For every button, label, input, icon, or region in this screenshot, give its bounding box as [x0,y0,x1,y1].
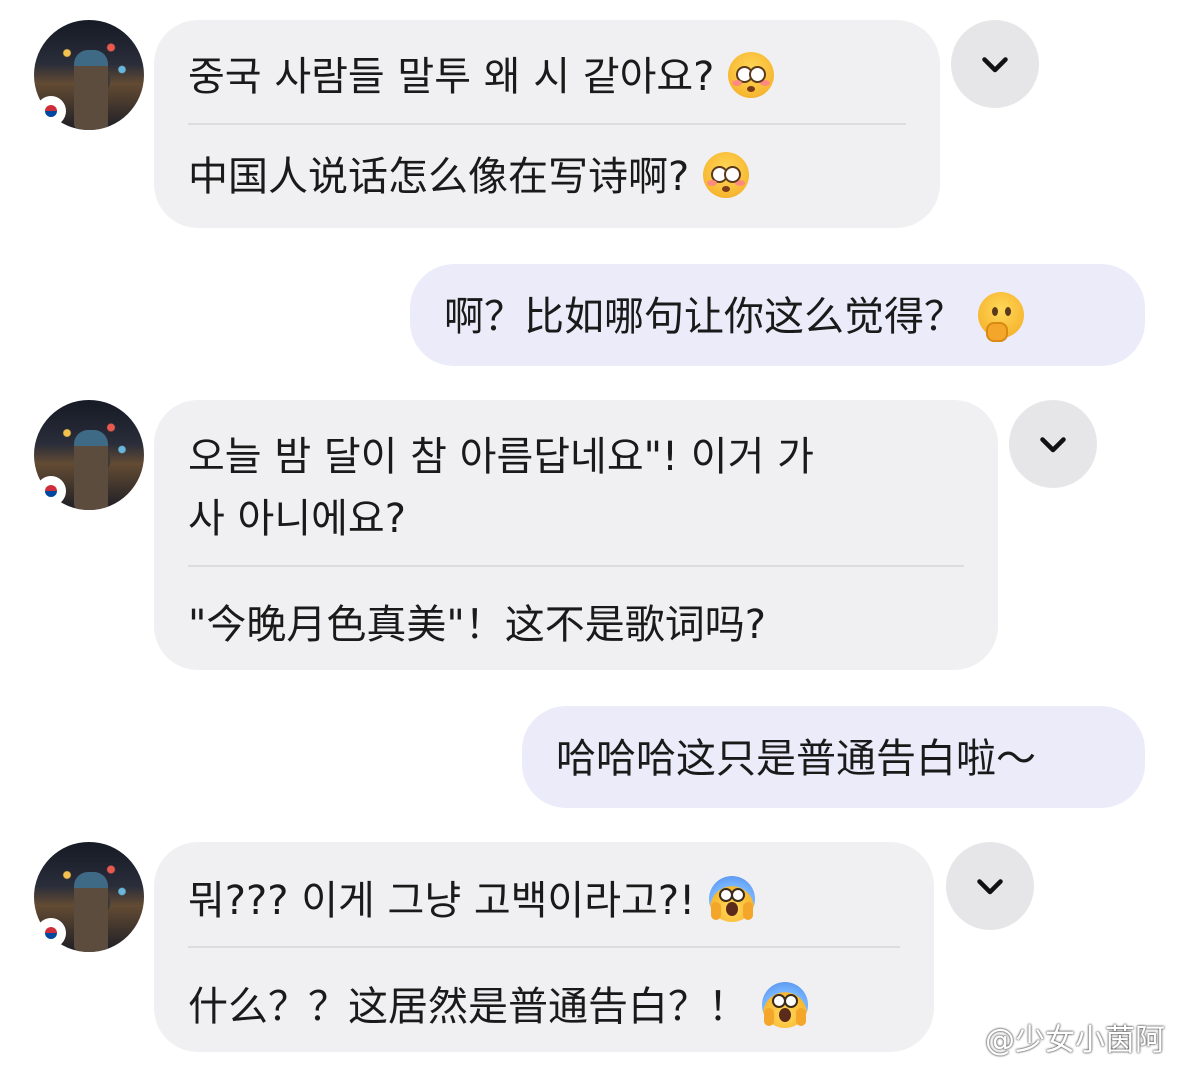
message-bubble-received[interactable]: 중국 사람들 말투 왜 시 같아요? 中国人说话怎么像在写诗啊? [154,20,940,228]
flushed-face-icon [703,152,750,198]
message-korean-text: 중국 사람들 말투 왜 시 같아요? [188,54,715,100]
translation-divider [188,946,900,948]
message-bubble-sent[interactable]: 哈哈哈这只是普通告白啦～ [522,706,1145,808]
flushed-face-icon [728,52,775,98]
korea-flag-icon [38,98,64,124]
translation-divider [188,123,906,125]
message-korean-line: 오늘 밤 달이 참 아름답네요"! 이거 가 [188,434,814,480]
weibo-icon [945,1025,976,1051]
message-text: 啊？比如哪句让你这么觉得？ [444,294,964,340]
message-bubble-received[interactable]: 뭐??? 이게 그냥 고백이라고?! 什么？？这居然是普通告白？！ [154,842,934,1052]
korea-flag-icon [38,478,64,504]
message-korean-line: 사 아니에요? [188,496,406,542]
screaming-face-icon [709,876,756,922]
watermark-text: @少女小茵阿 [985,1023,1165,1058]
chevron-down-icon [977,879,1003,895]
watermark: @少女小茵阿 [945,1015,1165,1059]
chevron-down-icon [982,57,1008,73]
screaming-face-icon [762,982,808,1028]
expand-button[interactable] [951,20,1039,108]
expand-button[interactable] [946,842,1034,930]
message-bubble-sent[interactable]: 啊？比如哪句让你这么觉得？ [410,264,1145,366]
thinking-face-icon [978,292,1024,342]
korea-flag-icon [38,920,64,946]
message-text: 哈哈哈这只是普通告白啦～ [556,736,1036,782]
chevron-down-icon [1040,437,1066,453]
translation-divider [188,565,964,567]
message-chinese-text: 什么？？这居然是普通告白？！ [188,984,748,1030]
message-korean-text: 뭐??? 이게 그냥 고백이라고?! [188,878,696,924]
expand-button[interactable] [1009,400,1097,488]
message-bubble-received[interactable]: 오늘 밤 달이 참 아름답네요"! 이거 가 사 아니에요? "今晚月色真美"！… [154,400,998,670]
message-chinese-text: "今晚月色真美"！这不是歌词吗? [188,602,767,648]
message-chinese-text: 中国人说话怎么像在写诗啊? [188,154,690,200]
